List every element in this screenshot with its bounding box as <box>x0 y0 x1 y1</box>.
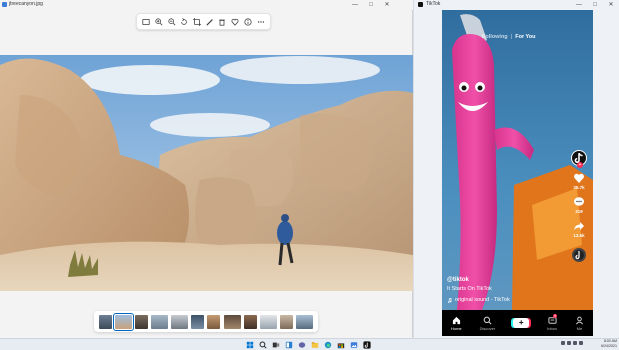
widgets-icon[interactable] <box>284 340 293 349</box>
search-icon <box>483 316 492 324</box>
tiktok-title-bar[interactable]: TikTok — □ ✕ <box>414 0 619 10</box>
filmstrip-thumbnail[interactable] <box>243 314 257 329</box>
sound-name: original sound - TikTok <box>455 297 510 303</box>
minimize-button[interactable]: — <box>571 0 587 10</box>
nav-me-label: Me <box>576 325 583 331</box>
delete-icon[interactable] <box>218 17 227 26</box>
video-caption: @tiktok It Starts On TikTok original sou… <box>447 277 510 303</box>
search-icon[interactable] <box>258 340 267 349</box>
comment-icon <box>574 197 584 206</box>
system-tray[interactable] <box>561 341 583 345</box>
nav-create[interactable]: + <box>513 318 530 328</box>
tiktok-app-icon <box>418 2 423 7</box>
clock[interactable]: 8:00 AM 6/24/2021 <box>593 339 617 349</box>
file-explorer-icon[interactable] <box>310 340 319 349</box>
filmstrip-thumbnail[interactable] <box>207 314 221 329</box>
nav-home[interactable]: Home <box>451 316 462 331</box>
sound-info[interactable]: original sound - TikTok <box>447 297 510 303</box>
maximize-button[interactable]: □ <box>363 0 379 10</box>
nav-me[interactable]: Me <box>575 316 584 331</box>
photos-icon[interactable] <box>349 340 358 349</box>
home-icon <box>452 316 460 324</box>
share-count: 13.5k <box>573 233 585 238</box>
zoom-out-icon[interactable] <box>167 17 176 26</box>
inbox-badge: 9 <box>553 313 558 318</box>
zoom-in-icon[interactable] <box>155 17 164 26</box>
gallery-icon[interactable] <box>142 17 151 26</box>
tiktok-icon[interactable] <box>362 340 371 349</box>
photos-title-bar[interactable]: jtreecanyon.jpg — □ ✕ <box>0 0 413 10</box>
store-icon[interactable] <box>336 340 345 349</box>
bottom-navigation: Home Discover + 9 Inbox Me <box>442 310 593 336</box>
comment-action[interactable]: 319 <box>573 196 585 214</box>
chat-icon[interactable] <box>297 340 306 349</box>
tab-for-you[interactable]: For You <box>515 34 535 40</box>
nav-inbox[interactable]: 9 Inbox <box>547 313 558 331</box>
nav-home-label: Home <box>450 325 462 331</box>
filmstrip-thumbnail-selected[interactable] <box>113 312 135 331</box>
music-note-icon <box>448 297 452 303</box>
chevron-up-icon[interactable] <box>561 341 565 345</box>
like-action[interactable]: 35.7k <box>573 172 585 190</box>
wifi-icon[interactable] <box>567 341 571 345</box>
info-icon[interactable] <box>243 17 252 26</box>
follow-plus-icon[interactable]: + <box>577 162 583 168</box>
favorite-icon[interactable] <box>231 17 240 26</box>
edge-icon[interactable] <box>323 340 332 349</box>
close-button[interactable]: ✕ <box>379 0 395 10</box>
feed-tabs: Following | For You <box>482 34 536 40</box>
comment-count: 319 <box>575 209 583 214</box>
nav-inbox-label: Inbox <box>547 325 557 331</box>
maximize-button[interactable]: □ <box>587 0 603 10</box>
share-action[interactable]: 13.5k <box>573 220 585 238</box>
close-button[interactable]: ✕ <box>603 0 619 10</box>
filmstrip-thumbnail[interactable] <box>99 314 113 329</box>
filmstrip <box>94 311 318 332</box>
video-player[interactable]: Following | For You + 35.7k 319 13.5k @t… <box>442 10 593 310</box>
photos-app-icon <box>2 2 7 7</box>
creator-username[interactable]: @tiktok <box>447 277 510 283</box>
volume-icon[interactable] <box>573 341 577 345</box>
tab-separator: | <box>510 34 513 40</box>
rotate-icon[interactable] <box>180 17 189 26</box>
action-rail: + 35.7k 319 13.5k <box>569 150 589 262</box>
sound-disc-icon[interactable] <box>572 248 586 262</box>
filmstrip-thumbnail[interactable] <box>223 314 241 329</box>
creator-avatar[interactable]: + <box>571 150 587 168</box>
more-icon[interactable] <box>256 17 265 26</box>
minimize-button[interactable]: — <box>347 0 363 10</box>
heart-icon <box>574 173 584 183</box>
filmstrip-thumbnail[interactable] <box>171 314 189 329</box>
filmstrip-thumbnail[interactable] <box>151 314 169 329</box>
taskbar-icons <box>245 340 371 349</box>
nav-discover-label: Discover <box>479 325 496 331</box>
tiktok-window-title: TikTok <box>426 1 441 7</box>
photos-window-title: jtreecanyon.jpg <box>9 1 43 7</box>
filmstrip-thumbnail[interactable] <box>259 314 277 329</box>
filmstrip-thumbnail[interactable] <box>191 314 205 329</box>
filmstrip-thumbnail[interactable] <box>135 314 149 329</box>
filmstrip-thumbnail[interactable] <box>279 314 293 329</box>
tab-following[interactable]: Following <box>482 34 508 40</box>
crop-icon[interactable] <box>193 17 202 26</box>
task-view-icon[interactable] <box>271 340 280 349</box>
main-photo <box>0 55 413 291</box>
like-count: 35.7k <box>573 185 585 190</box>
taskbar: 8:00 AM 6/24/2021 <box>0 338 619 350</box>
nav-discover[interactable]: Discover <box>479 316 496 331</box>
tiktok-phone-view: Following | For You + 35.7k 319 13.5k @t… <box>442 10 593 336</box>
share-arrow-icon <box>574 222 584 230</box>
photo-toolbar <box>136 13 271 30</box>
video-description: It Starts On TikTok <box>447 286 492 292</box>
filmstrip-thumbnail[interactable] <box>295 314 313 329</box>
photos-window: jtreecanyon.jpg — □ ✕ <box>0 0 413 338</box>
profile-icon <box>575 316 583 324</box>
edit-icon[interactable] <box>205 17 214 26</box>
start-icon[interactable] <box>245 340 254 349</box>
battery-icon[interactable] <box>579 341 583 345</box>
create-plus-icon: + <box>513 318 530 328</box>
clock-date: 6/24/2021 <box>601 344 617 348</box>
